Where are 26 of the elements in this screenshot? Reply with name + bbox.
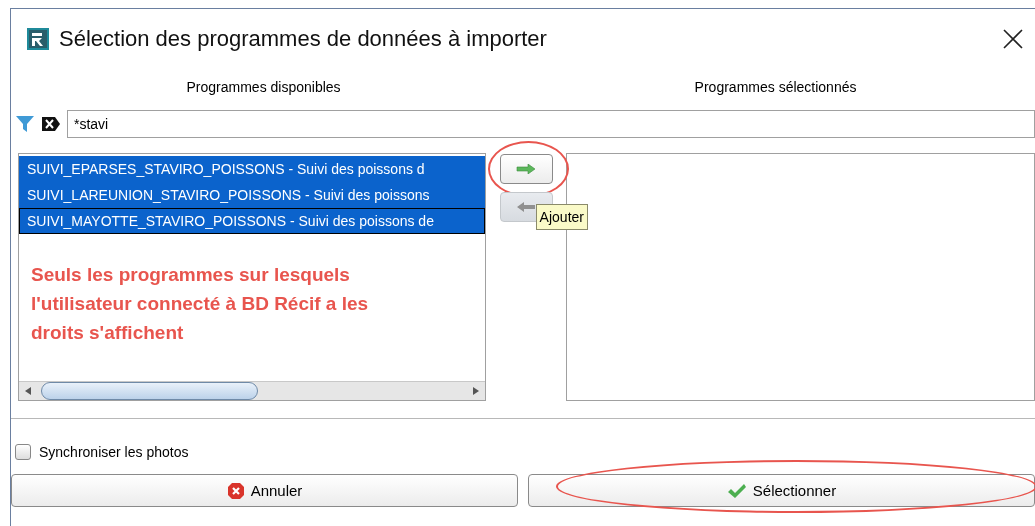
checkbox[interactable] [15, 444, 31, 460]
list-item[interactable]: SUIVI_EPARSES_STAVIRO_POISSONS - Suivi des poissons d [19, 156, 485, 182]
cancel-button[interactable]: Annuler [11, 474, 518, 507]
window-title: Sélection des programmes de données à importer [59, 26, 548, 52]
clear-icon[interactable] [41, 116, 61, 132]
column-header: Programmes sélectionnés [693, 79, 858, 95]
filter-field[interactable]: *stavi [67, 110, 1035, 138]
scroll-left-icon[interactable] [24, 387, 32, 395]
scroll-right-icon[interactable] [471, 387, 480, 395]
tooltip: Ajouter [535, 204, 588, 230]
close-icon[interactable] [1003, 29, 1023, 49]
filter-icon[interactable] [15, 114, 35, 134]
annotation-text: Seuls les programmes sur lesquels l'utilisateur connecté à BD Récif a les droits s'affichent [31, 263, 370, 345]
checkbox-label: Synchroniser les photos [39, 444, 189, 460]
app-logo-icon [27, 28, 49, 50]
select-button[interactable]: Sélectionner [528, 474, 1035, 507]
add-button[interactable] [499, 154, 553, 184]
list-item[interactable]: SUIVI_MAYOTTE_STAVIRO_POISSONS - Suivi des poissons de [19, 208, 485, 234]
horizontal-scrollbar[interactable] [19, 381, 485, 400]
list-item[interactable]: SUIVI_LAREUNION_STAVIRO_POISSONS - Suivi des poissons [19, 182, 485, 208]
cancel-icon [226, 481, 245, 500]
checkmark-icon [726, 482, 747, 499]
right-arrow-icon [516, 164, 537, 174]
available-list[interactable] [18, 153, 486, 401]
column-header: Programmes disponibles [185, 79, 342, 95]
left-arrow-icon [516, 202, 537, 212]
